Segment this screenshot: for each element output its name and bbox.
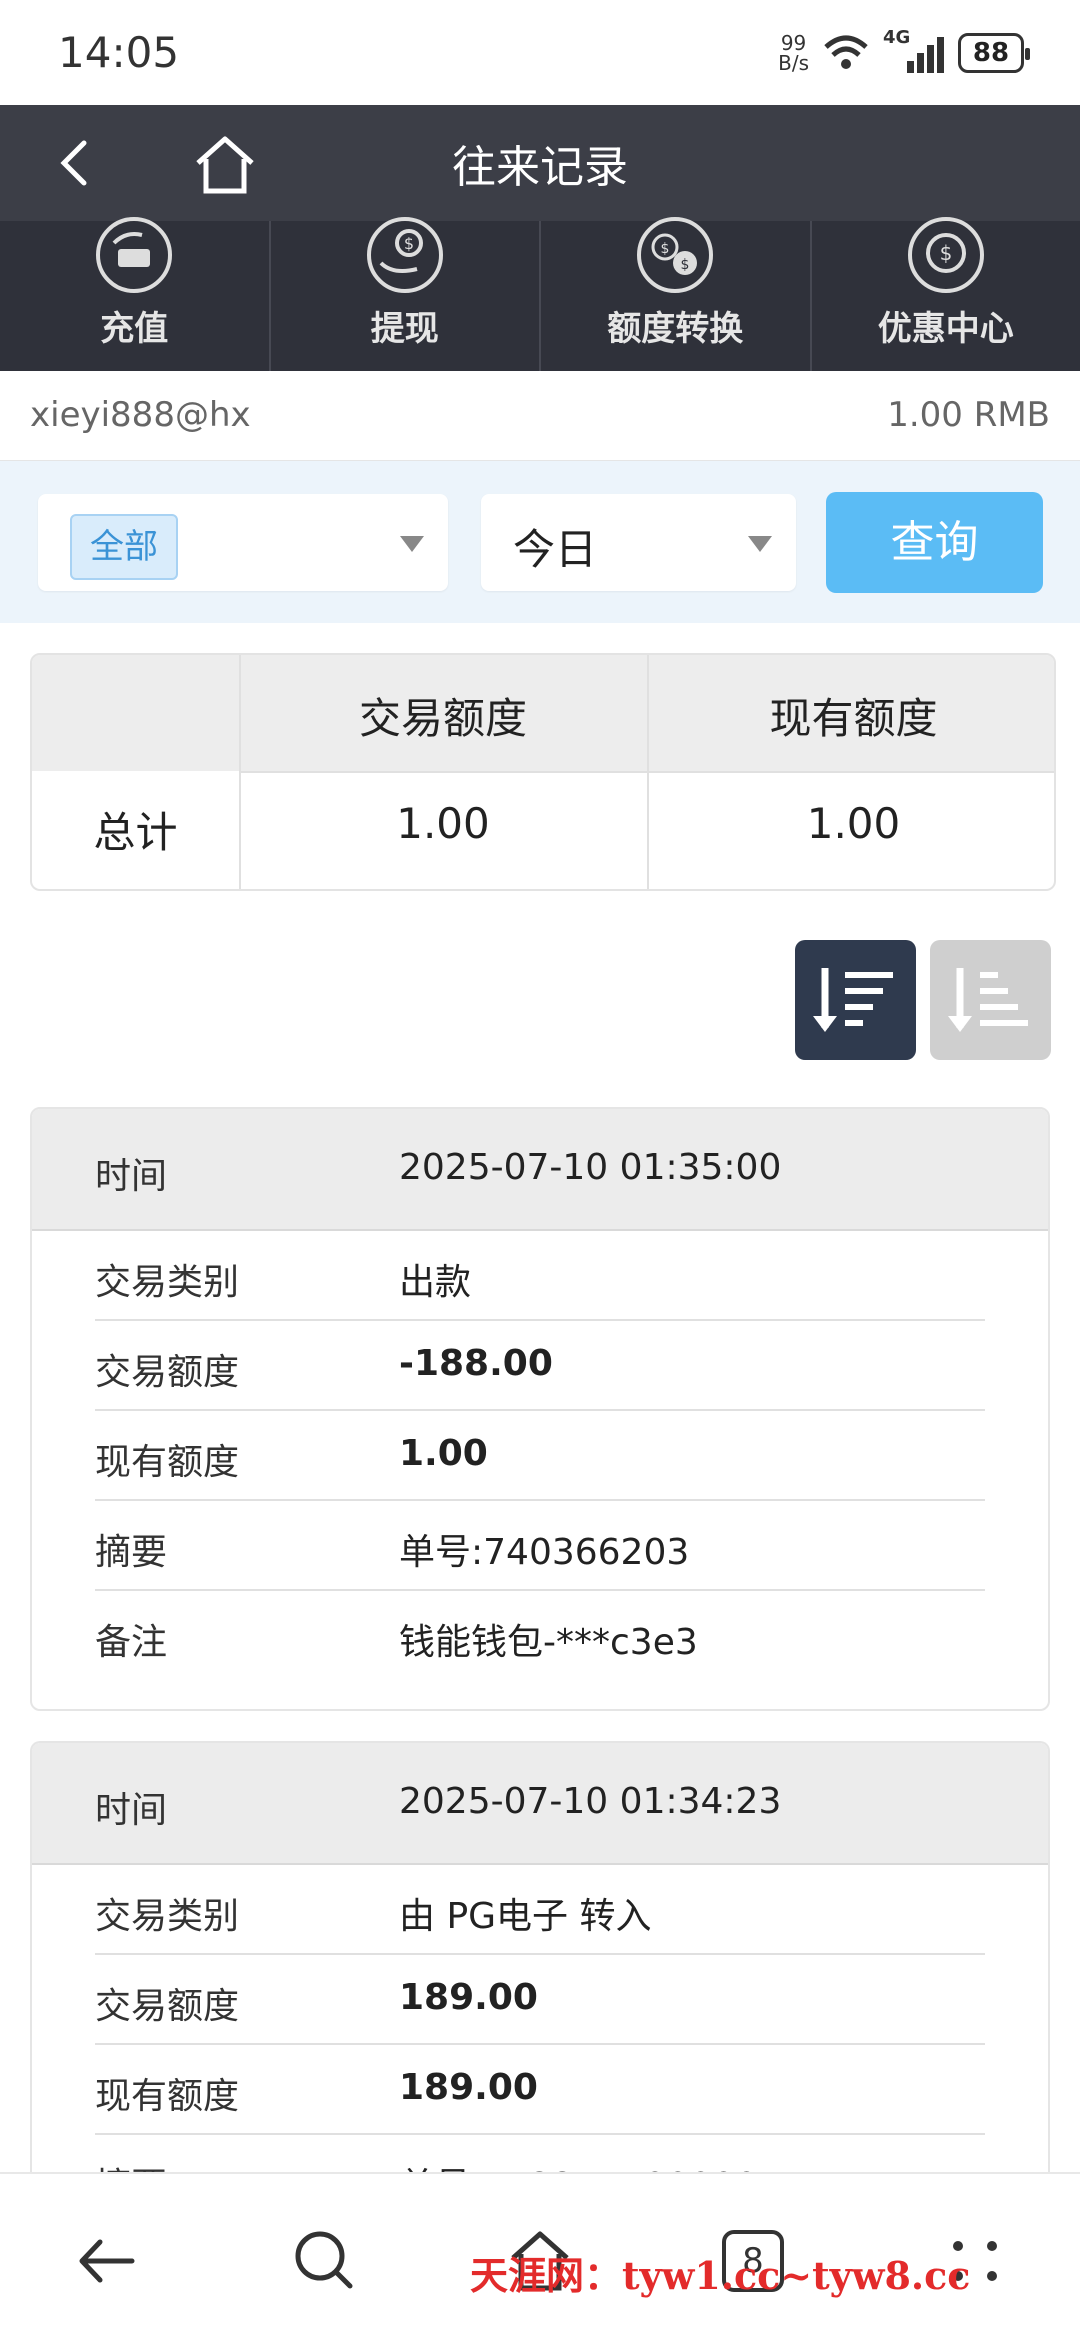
status-bar: 14:05 99 B/s 4G 88 — [0, 0, 1080, 105]
sort-asc-icon — [948, 968, 1028, 1032]
battery-icon: 88 — [958, 33, 1030, 73]
status-icons: 99 B/s 4G 88 — [778, 27, 1030, 78]
record-row: 交易类别 由 PG电子 转入 — [95, 1865, 985, 1955]
back-arrow-icon[interactable] — [72, 2226, 142, 2296]
sort-descending-button[interactable] — [795, 940, 916, 1060]
record-time: 2025-07-10 01:35:00 — [399, 1147, 782, 1188]
watermark-text: 天涯网：tyw1.cc~tyw8.cc — [470, 2253, 971, 2298]
account-username: xieyi888@hx — [30, 395, 251, 435]
filter-area: 全部 今日 查询 — [0, 461, 1080, 623]
recharge-button[interactable]: 充值 — [0, 217, 271, 371]
query-button[interactable]: 查询 — [826, 492, 1043, 593]
svg-text:$: $ — [681, 257, 690, 273]
net-speed: 99 B/s — [778, 31, 809, 75]
sort-desc-icon — [813, 968, 893, 1032]
record-row: 备注 钱能钱包-***c3e3 — [95, 1622, 698, 1663]
record-row: 现有额度 189.00 — [95, 2045, 985, 2135]
promo-center-button[interactable]: $ 优惠中心 — [812, 217, 1080, 371]
header-current-amount: 现有额度 — [769, 694, 938, 743]
cell-signal-icon: 4G — [883, 27, 944, 73]
selected-date: 今日 — [513, 525, 598, 574]
promo-icon: $ — [907, 217, 984, 293]
status-time: 14:05 — [58, 28, 180, 77]
svg-text:$: $ — [404, 234, 414, 253]
record-row: 交易额度 189.00 — [95, 1955, 985, 2045]
withdraw-button[interactable]: $ 提现 — [271, 217, 541, 371]
date-select[interactable]: 今日 — [481, 494, 796, 591]
page-title: 往来记录 — [452, 142, 628, 193]
total-label: 总计 — [93, 808, 178, 857]
record-row: 摘要 单号:740366203 — [95, 1501, 985, 1591]
record-row: 交易额度 -188.00 — [95, 1321, 985, 1411]
record-row: 现有额度 1.00 — [95, 1411, 985, 1501]
divider — [239, 771, 1054, 773]
selected-type-tag: 全部 — [70, 514, 178, 580]
account-balance: 1.00 RMB — [887, 395, 1050, 435]
record-header: 时间 2025-07-10 01:35:00 — [32, 1109, 1048, 1231]
transaction-record: 时间 2025-07-10 01:35:00 交易类别 出款 交易额度 -188… — [30, 1107, 1050, 1711]
app-header: 往来记录 — [0, 105, 1080, 221]
account-info: xieyi888@hx 1.00 RMB — [0, 371, 1080, 461]
record-row: 交易类别 出款 — [95, 1231, 985, 1321]
chevron-down-icon — [748, 536, 772, 552]
record-time: 2025-07-10 01:34:23 — [399, 1781, 782, 1822]
quick-action-bar: 充值 $ 提现 $ $ 额度转换 $ 优惠中心 — [0, 217, 1080, 371]
record-header: 时间 2025-07-10 01:34:23 — [32, 1743, 1048, 1865]
transfer-icon: $ $ — [637, 217, 714, 293]
chevron-down-icon — [400, 536, 424, 552]
total-current-amount: 1.00 — [806, 799, 901, 848]
summary-table: 交易额度 现有额度 总计 1.00 1.00 — [30, 653, 1056, 891]
total-trade-amount: 1.00 — [396, 799, 490, 848]
header-trade-amount: 交易额度 — [358, 694, 527, 743]
withdraw-icon: $ — [366, 217, 443, 293]
recharge-icon — [96, 217, 173, 293]
search-icon[interactable] — [290, 2226, 360, 2296]
transfer-button[interactable]: $ $ 额度转换 — [541, 217, 812, 371]
wifi-icon — [824, 35, 868, 69]
svg-text:$: $ — [661, 241, 670, 257]
sort-ascending-button[interactable] — [930, 940, 1051, 1060]
type-select[interactable]: 全部 — [38, 494, 448, 591]
svg-text:$: $ — [939, 241, 952, 265]
